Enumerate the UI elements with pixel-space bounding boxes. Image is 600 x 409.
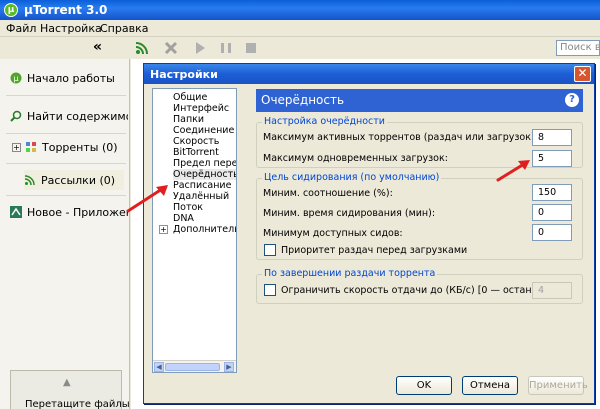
dropzone-label: Перетащите файлы <box>25 399 130 409</box>
sidebar-item-torrents[interactable]: + Торренты (0) <box>12 137 130 157</box>
scrollbar-thumb[interactable] <box>165 363 220 371</box>
tree-item-scheduler[interactable]: Расписание <box>173 180 231 191</box>
seeding-priority-checkbox[interactable] <box>264 244 276 256</box>
min-ratio-label: Миним. соотношение (%): <box>263 188 393 199</box>
scroll-left-icon[interactable]: ◀ <box>154 362 164 372</box>
queue-settings-group: Настройка очерёдности Максимум активных … <box>256 116 583 168</box>
tree-item-speed[interactable]: Скорость <box>173 136 219 147</box>
min-seed-time-input[interactable]: 0 <box>532 204 572 221</box>
tree-item-transfer-cap[interactable]: Предел передач <box>173 158 236 169</box>
sidebar-item-find-content[interactable]: Найти содержимое <box>10 106 128 126</box>
window-title: µTorrent 3.0 <box>24 3 108 17</box>
sidebar-item-label: Торренты (0) <box>42 140 118 154</box>
sidebar-item-label: Начало работы <box>27 71 115 85</box>
panel-title: Очерёдность <box>261 93 345 107</box>
max-active-input[interactable]: 8 <box>532 129 572 146</box>
close-icon[interactable]: ✕ <box>574 66 591 82</box>
min-ratio-input[interactable]: 150 <box>532 184 572 201</box>
add-rss-icon[interactable] <box>134 40 150 56</box>
min-seeds-label: Минимум доступных сидов: <box>263 228 403 239</box>
expand-icon[interactable]: + <box>12 142 21 152</box>
min-seed-time-label: Миним. время сидирования (мин): <box>263 208 436 219</box>
dialog-titlebar: Настройки ✕ <box>144 64 594 84</box>
tree-horizontal-scrollbar[interactable]: ◀ ▶ <box>153 360 236 372</box>
tree-item-remote[interactable]: Удалённый <box>173 191 229 202</box>
after-seeding-group: По завершении раздачи торрента Ограничит… <box>256 268 583 304</box>
limit-upload-checkbox[interactable] <box>264 284 276 296</box>
settings-dialog: Настройки ✕ Общие Интерфейс Папки Соедин… <box>143 63 595 404</box>
settings-category-tree[interactable]: Общие Интерфейс Папки Соединение Скорост… <box>152 88 237 373</box>
stop-icon[interactable] <box>243 40 259 56</box>
apps-icon <box>10 206 22 218</box>
help-icon[interactable]: ? <box>565 93 579 107</box>
menu-help[interactable]: Справка <box>100 22 148 35</box>
seeding-goal-group: Цель сидирования (по умолчанию) Миним. с… <box>256 172 583 260</box>
collapse-sidebar-button[interactable]: « <box>93 39 102 55</box>
limit-upload-input[interactable]: 4 <box>532 282 572 299</box>
pause-icon[interactable] <box>218 40 234 56</box>
window-titlebar: µ µTorrent 3.0 <box>0 0 600 20</box>
max-downloads-label: Максимум одновременных загрузок: <box>263 153 448 164</box>
limit-upload-label: Ограничить скорость отдачи до (КБ/с) [0 … <box>281 285 568 296</box>
menu-bar: Файл Настройка Справка <box>0 20 600 37</box>
group-legend: Настройка очерёдности <box>262 116 387 127</box>
tree-item-general[interactable]: Общие <box>173 92 207 103</box>
sidebar: µ Начало работы Найти содержимое + Торре… <box>0 59 130 409</box>
sidebar-item-feeds[interactable]: Рассылки (0) <box>24 170 124 190</box>
expand-icon[interactable]: + <box>159 225 168 234</box>
tree-item-dna[interactable]: DNA <box>173 213 194 224</box>
rss-icon <box>24 175 35 186</box>
cancel-button[interactable]: Отмена <box>462 376 518 395</box>
toolbar: « Поиск в W <box>0 37 600 59</box>
ok-button[interactable]: OK <box>396 376 452 395</box>
menu-file[interactable]: Файл <box>6 22 36 35</box>
drop-files-zone[interactable]: ▲ Перетащите файлы <box>10 370 130 409</box>
sidebar-divider <box>6 95 126 96</box>
sidebar-divider <box>6 195 126 196</box>
start-icon[interactable] <box>192 40 208 56</box>
dialog-title: Настройки <box>150 68 218 81</box>
search-input[interactable]: Поиск в W <box>556 40 600 56</box>
tree-item-bittorrent[interactable]: BitTorrent <box>173 147 219 158</box>
svg-text:µ: µ <box>13 74 18 83</box>
sidebar-item-apps[interactable]: Новое - Приложения <box>10 202 128 222</box>
min-seeds-input[interactable]: 0 <box>532 224 572 241</box>
menu-settings[interactable]: Настройка <box>40 22 102 35</box>
tree-item-advanced[interactable]: Дополнительно <box>173 224 236 235</box>
sidebar-item-label: Новое - Приложения <box>27 205 128 219</box>
panel-header: Очерёдность ? <box>256 89 583 112</box>
tree-item-folders[interactable]: Папки <box>173 114 204 125</box>
sidebar-divider <box>6 163 126 164</box>
search-icon <box>10 110 22 122</box>
seeding-priority-label: Приоритет раздач перед загрузками <box>281 245 468 256</box>
utorrent-logo-icon: µ <box>10 72 22 84</box>
tree-item-connection[interactable]: Соединение <box>173 125 234 136</box>
group-legend: По завершении раздачи торрента <box>262 268 438 279</box>
max-active-label: Максимум активных торрентов (раздач или … <box>263 132 538 143</box>
max-downloads-input[interactable]: 5 <box>532 150 572 167</box>
sidebar-item-label: Рассылки (0) <box>41 173 116 187</box>
sidebar-item-getting-started[interactable]: µ Начало работы <box>10 68 128 88</box>
arrow-up-icon: ▲ <box>63 377 71 388</box>
torrents-icon <box>26 142 36 152</box>
tree-item-queueing[interactable]: Очерёдность <box>173 169 236 180</box>
remove-icon[interactable] <box>163 40 179 56</box>
utorrent-logo-icon: µ <box>4 3 18 17</box>
sidebar-divider <box>6 133 126 134</box>
apply-button[interactable]: Применить <box>528 376 588 395</box>
tree-item-streaming[interactable]: Поток <box>173 202 203 213</box>
scroll-right-icon[interactable]: ▶ <box>224 362 234 372</box>
group-legend: Цель сидирования (по умолчанию) <box>262 172 442 183</box>
tree-item-interface[interactable]: Интерфейс <box>173 103 229 114</box>
sidebar-item-label: Найти содержимое <box>27 109 128 123</box>
